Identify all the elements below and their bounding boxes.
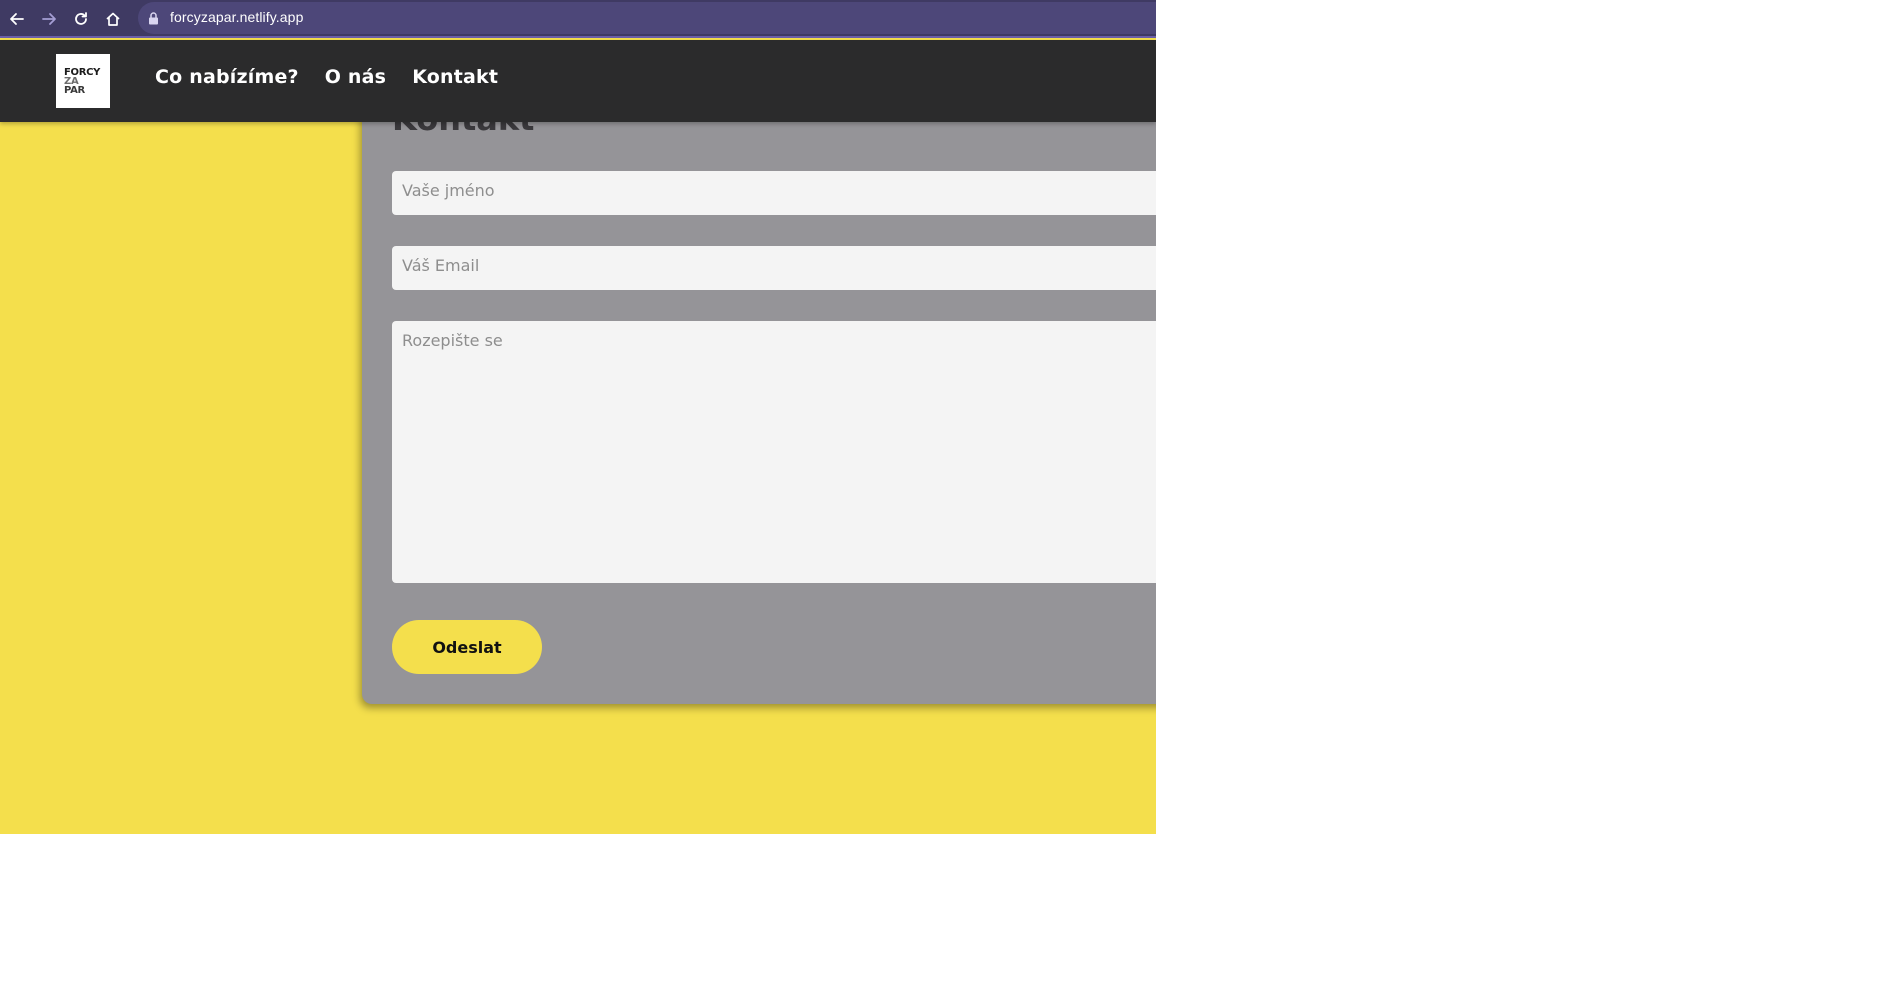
reload-icon[interactable] (70, 8, 92, 30)
page-viewport: forcyzapar.netlify.app FORCY ZA PAR Co n… (0, 0, 1156, 834)
home-icon[interactable] (102, 8, 124, 30)
forward-arrow-icon[interactable] (38, 8, 60, 30)
contact-card: Kontakt Vaše jméno Váš Email Rozepište s… (362, 90, 1156, 704)
lock-icon (148, 10, 159, 29)
email-input[interactable]: Váš Email (392, 246, 1156, 290)
nav-link-co-nabizime[interactable]: Co nabízíme? (155, 66, 299, 88)
nav-link-o-nas[interactable]: O nás (325, 66, 386, 88)
site-logo[interactable]: FORCY ZA PAR (56, 54, 110, 108)
url-text[interactable]: forcyzapar.netlify.app (170, 9, 303, 25)
message-textarea[interactable]: Rozepište se (392, 321, 1156, 583)
submit-button[interactable]: Odeslat (392, 620, 542, 674)
browser-toolbar: forcyzapar.netlify.app (0, 0, 1156, 38)
back-arrow-icon[interactable] (6, 8, 28, 30)
name-input[interactable]: Vaše jméno (392, 171, 1156, 215)
nav-link-kontakt[interactable]: Kontakt (412, 66, 498, 88)
logo-line-3: PAR (64, 85, 85, 96)
site-header: FORCY ZA PAR Co nabízíme? O nás Kontakt (0, 40, 1156, 122)
main-nav: Co nabízíme? O nás Kontakt (155, 66, 524, 88)
